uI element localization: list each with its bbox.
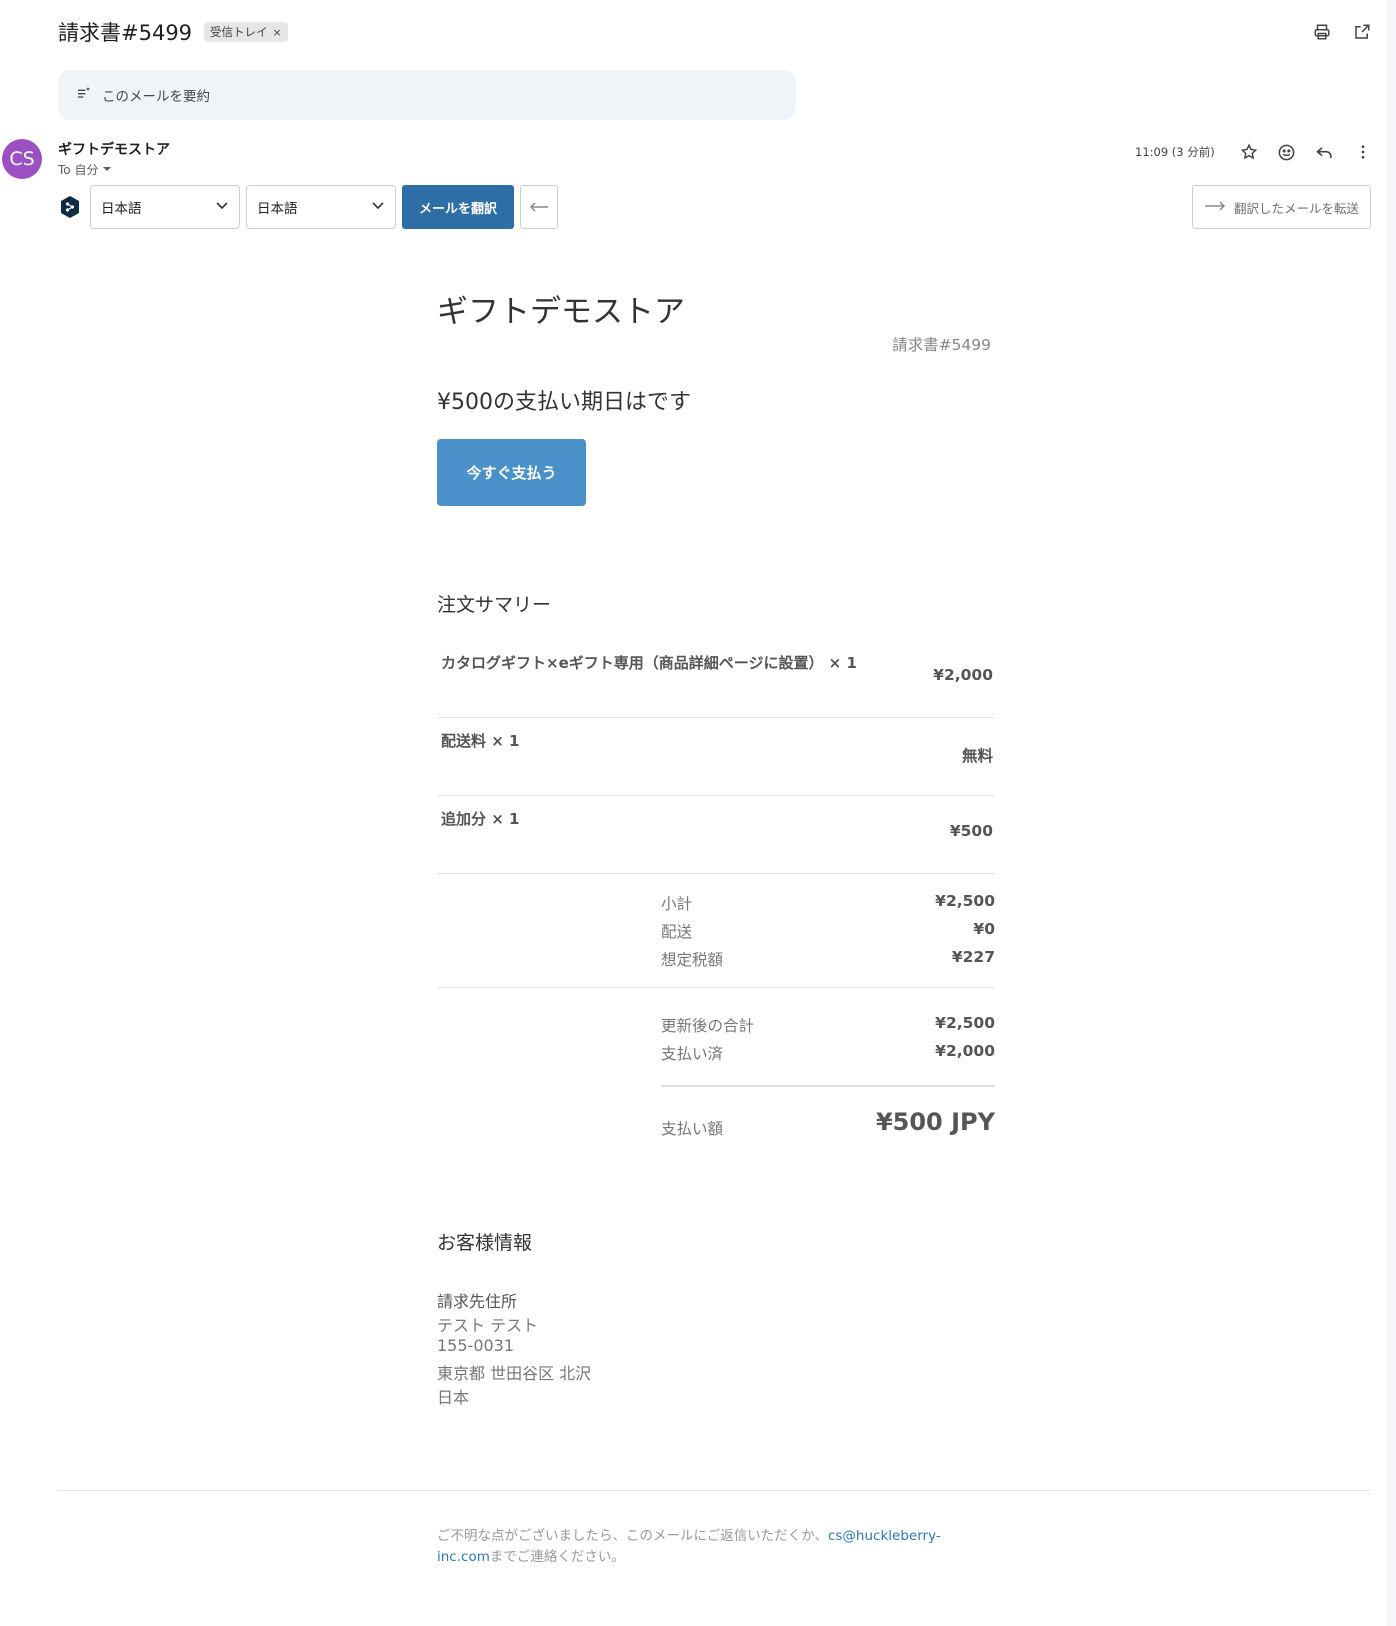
summarize-label: このメールを要約 <box>102 89 210 105</box>
subject-row: 請求書#5499 受信トレイ × <box>58 16 288 48</box>
tax-value: ¥227 <box>951 948 995 966</box>
star-icon[interactable] <box>1237 140 1261 164</box>
subtotal-label: 小計 <box>661 895 693 913</box>
subtotal-value: ¥2,500 <box>935 892 995 910</box>
sender-name[interactable]: ギフトデモストア <box>58 139 170 159</box>
target-language-value: 日本語 <box>257 201 298 217</box>
store-name-heading: ギフトデモストア <box>437 294 685 330</box>
forward-translated-email-button[interactable]: 翻訳したメールを転送 <box>1192 185 1371 229</box>
tax-row: 想定税額 ¥227 <box>661 944 995 972</box>
footer-note: ご不明な点がございましたら、このメールにご返信いただくか、cs@hucklebe… <box>437 1526 967 1568</box>
updated-total-label: 更新後の合計 <box>661 1017 755 1035</box>
shipping-row: 配送 ¥0 <box>661 916 995 944</box>
line-item-name: 配送料 × 1 <box>441 732 520 750</box>
email-subject: 請求書#5499 <box>58 21 193 45</box>
arrow-right-icon <box>1204 200 1226 215</box>
divider <box>437 987 995 988</box>
billing-address-line: 155-0031 <box>437 1336 515 1355</box>
pay-now-button[interactable]: 今すぐ支払う <box>437 439 586 506</box>
reply-icon[interactable] <box>1313 140 1337 164</box>
footer-text-before: ご不明な点がございましたら、このメールにご返信いただくか、 <box>437 1528 828 1544</box>
divider <box>661 1085 995 1087</box>
shipping-value: ¥0 <box>973 920 995 938</box>
open-in-new-window-icon[interactable] <box>1350 20 1374 44</box>
tax-label: 想定税額 <box>661 951 724 969</box>
translate-email-button[interactable]: メールを翻訳 <box>402 185 514 229</box>
amount-due-label: 支払い額 <box>661 1120 724 1138</box>
footer-divider <box>58 1490 1371 1491</box>
deepl-logo-icon <box>58 195 82 219</box>
revert-translation-button[interactable] <box>520 185 558 229</box>
recipient-text: To 自分 <box>58 163 99 177</box>
updated-total-row: 更新後の合計 ¥2,500 <box>661 1010 995 1038</box>
payment-due-text: ¥500の支払い期日はです <box>437 390 691 415</box>
order-summary-title: 注文サマリー <box>437 594 552 616</box>
chevron-down-icon <box>371 198 385 216</box>
print-icon[interactable] <box>1310 20 1334 44</box>
forward-translated-label: 翻訳したメールを転送 <box>1233 200 1359 216</box>
chevron-down-icon <box>215 198 229 216</box>
top-actions <box>1310 20 1374 44</box>
summarize-email-button[interactable]: このメールを要約 <box>58 70 796 120</box>
message-time: 11:09 (3 分前) <box>1135 145 1215 159</box>
shipping-label: 配送 <box>661 923 693 941</box>
footer-text-after: までご連絡ください。 <box>489 1549 625 1565</box>
source-language-select[interactable]: 日本語 <box>90 185 240 229</box>
customer-info-title: お客様情報 <box>437 1232 533 1254</box>
recipient-details-toggle[interactable]: To 自分 <box>58 161 112 178</box>
paid-row: 支払い済 ¥2,000 <box>661 1038 995 1066</box>
remove-label-button[interactable]: × <box>273 26 282 39</box>
line-item-price: ¥500 <box>949 822 993 840</box>
amount-due-row: 支払い額 ¥500 JPY <box>661 1108 995 1142</box>
invoice-number: 請求書#5499 <box>892 336 991 354</box>
source-language-value: 日本語 <box>101 201 142 217</box>
subtotal-row: 小計 ¥2,500 <box>661 888 995 916</box>
amount-due-value: ¥500 JPY <box>875 1108 995 1136</box>
summarize-sparkle-icon <box>76 85 92 105</box>
target-language-select[interactable]: 日本語 <box>246 185 396 229</box>
billing-address-title: 請求先住所 <box>437 1292 518 1311</box>
billing-address-line: 日本 <box>437 1388 470 1407</box>
line-item: 追加分 × 1 ¥500 <box>437 796 995 874</box>
line-item-price: 無料 <box>961 747 993 765</box>
updated-total-value: ¥2,500 <box>935 1014 995 1032</box>
paid-label: 支払い済 <box>661 1045 724 1063</box>
label-chip-text: 受信トレイ <box>210 25 268 39</box>
line-item-name: 追加分 × 1 <box>441 810 520 828</box>
avatar[interactable]: CS <box>2 139 42 179</box>
right-side-panel-edge <box>1386 0 1396 1626</box>
more-options-icon[interactable] <box>1351 140 1375 164</box>
emoji-reaction-icon[interactable] <box>1275 140 1299 164</box>
message-meta: 11:09 (3 分前) <box>1135 140 1375 164</box>
inbox-label-chip: 受信トレイ × <box>204 22 288 42</box>
caret-down-icon <box>102 163 112 177</box>
line-item-name: カタログギフト×eギフト専用（商品詳細ページに設置） × 1 <box>441 654 857 672</box>
arrow-left-icon <box>529 198 549 217</box>
paid-value: ¥2,000 <box>935 1042 995 1060</box>
translation-toolbar: 日本語 日本語 メールを翻訳 <box>58 185 558 229</box>
line-item-price: ¥2,000 <box>933 666 993 684</box>
line-item: 配送料 × 1 無料 <box>437 718 995 796</box>
line-item: カタログギフト×eギフト専用（商品詳細ページに設置） × 1 ¥2,000 <box>437 640 995 718</box>
billing-address-line: テスト テスト <box>437 1316 539 1335</box>
billing-address-line: 東京都 世田谷区 北沢 <box>437 1364 592 1383</box>
